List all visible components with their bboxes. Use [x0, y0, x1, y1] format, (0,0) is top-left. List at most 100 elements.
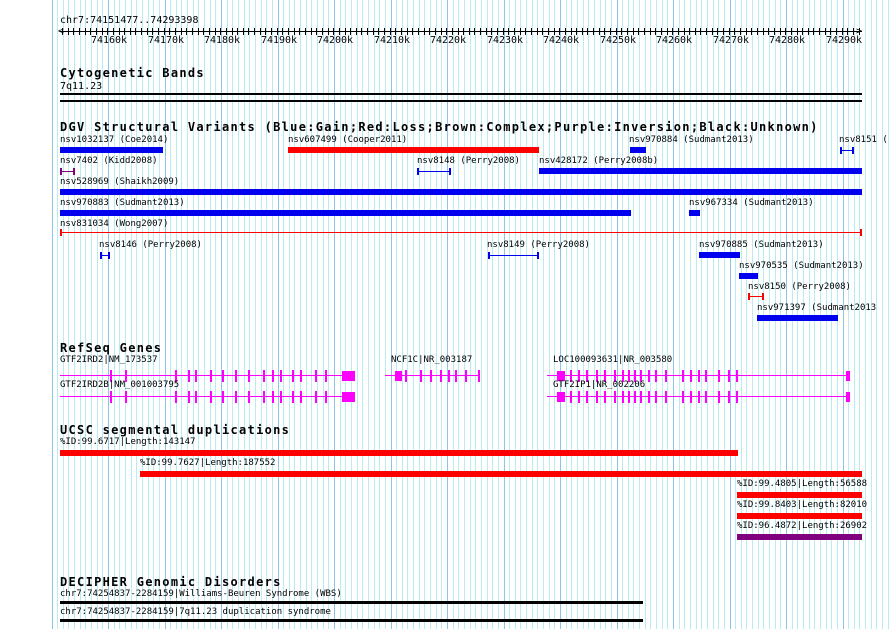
variant-label: nsv970884 (Sudmant2013)	[629, 135, 754, 145]
exon	[188, 391, 190, 403]
tick-mark	[350, 28, 351, 35]
tick-mark	[689, 28, 690, 35]
variant-label: nsv970535 (Sudmant2013)	[739, 261, 864, 271]
tick-mark	[650, 28, 651, 35]
exon	[604, 391, 606, 403]
tick-mark	[610, 28, 611, 35]
variant-label: nsv967334 (Sudmant2013)	[689, 198, 814, 208]
exon	[125, 391, 127, 403]
exon	[263, 370, 265, 382]
exon	[634, 391, 636, 403]
variant-bar[interactable]	[60, 189, 862, 195]
variant-bar[interactable]	[60, 147, 163, 153]
variant-bar[interactable]	[60, 168, 75, 175]
tick-mark	[271, 28, 272, 35]
variant-bar[interactable]	[417, 168, 451, 175]
variant-bar[interactable]	[757, 315, 838, 321]
dgv-title: DGV Structural Variants (Blue:Gain;Red:L…	[60, 120, 819, 134]
tick-mark	[186, 28, 187, 35]
tick-mark	[853, 28, 854, 35]
cyto-band-bar[interactable]	[60, 93, 862, 95]
exon	[272, 370, 274, 382]
segdup-bar[interactable]	[737, 534, 862, 540]
tick-mark	[254, 28, 255, 35]
tick-mark	[695, 28, 696, 35]
tick-mark	[130, 28, 131, 35]
tick-mark	[531, 28, 532, 35]
tick-mark	[667, 28, 668, 35]
segdup-bar[interactable]	[737, 492, 862, 498]
gene-model[interactable]	[547, 391, 850, 403]
variant-bar[interactable]	[739, 273, 758, 279]
variant-bar[interactable]	[689, 210, 700, 216]
exon	[272, 391, 274, 403]
exon	[718, 391, 720, 403]
exon-block	[342, 371, 355, 381]
tick-mark	[164, 28, 165, 35]
tick-mark	[441, 28, 442, 35]
segdup-bar[interactable]	[140, 471, 862, 477]
tick-mark	[486, 28, 487, 35]
tick-mark	[152, 28, 153, 35]
tick-mark	[655, 28, 656, 35]
tick-mark	[497, 28, 498, 35]
tick-mark	[367, 28, 368, 35]
tick-mark	[712, 28, 713, 35]
tick-label: 74240k	[542, 35, 580, 46]
gene-model[interactable]	[60, 391, 355, 403]
decipher-bar[interactable]	[60, 619, 643, 622]
tick-label: 74250k	[599, 35, 637, 46]
tick-mark	[248, 28, 249, 35]
tick-mark	[198, 28, 199, 35]
variant-bar[interactable]	[539, 168, 862, 174]
variant-bar[interactable]	[748, 293, 764, 300]
segdup-title: UCSC segmental duplications	[60, 423, 291, 437]
variant-bar[interactable]	[488, 252, 539, 259]
exon	[690, 391, 692, 403]
tick-mark	[474, 28, 475, 35]
exon	[210, 391, 212, 403]
tick-mark	[361, 28, 362, 35]
variant-bar[interactable]	[60, 229, 862, 236]
tick-mark	[757, 28, 758, 35]
tick-label: 74170k	[147, 35, 185, 46]
tick-mark	[565, 28, 566, 35]
tick-mark	[68, 28, 69, 35]
tick-mark	[587, 28, 588, 35]
tick-mark	[446, 28, 447, 35]
variant-bar[interactable]	[288, 147, 539, 153]
exon	[110, 391, 112, 403]
tick-mark	[458, 28, 459, 35]
segdup-bar[interactable]	[737, 513, 862, 519]
tick-mark	[107, 28, 108, 35]
tick-mark	[311, 28, 312, 35]
tick-mark	[79, 28, 80, 35]
variant-bar[interactable]	[60, 210, 631, 216]
tick-mark	[825, 28, 826, 35]
exon	[682, 391, 684, 403]
exon	[325, 391, 327, 403]
variant-label: nsv528969 (Shaikh2009)	[60, 177, 180, 187]
genome-browser: chr7:74151477..74293398 < > 74160k74170k…	[0, 0, 890, 629]
tick-mark	[599, 28, 600, 35]
segdup-bar[interactable]	[60, 450, 738, 456]
exon	[698, 370, 700, 382]
exon	[718, 370, 720, 382]
exon	[315, 370, 317, 382]
gene-model[interactable]	[385, 370, 480, 382]
variant-bar[interactable]	[630, 147, 646, 153]
tick-mark	[294, 28, 295, 35]
variant-bar[interactable]	[100, 252, 110, 259]
tick-mark	[90, 28, 91, 35]
variant-bar[interactable]	[699, 252, 740, 258]
exon	[640, 391, 642, 403]
tick-mark	[491, 28, 492, 35]
decipher-bar[interactable]	[60, 601, 643, 604]
tick-mark	[537, 28, 538, 35]
tick-mark	[96, 28, 97, 35]
tick-mark	[424, 28, 425, 35]
tick-mark	[684, 28, 685, 35]
variant-bar[interactable]	[840, 147, 854, 154]
tick-mark	[452, 28, 453, 35]
exon	[705, 370, 707, 382]
